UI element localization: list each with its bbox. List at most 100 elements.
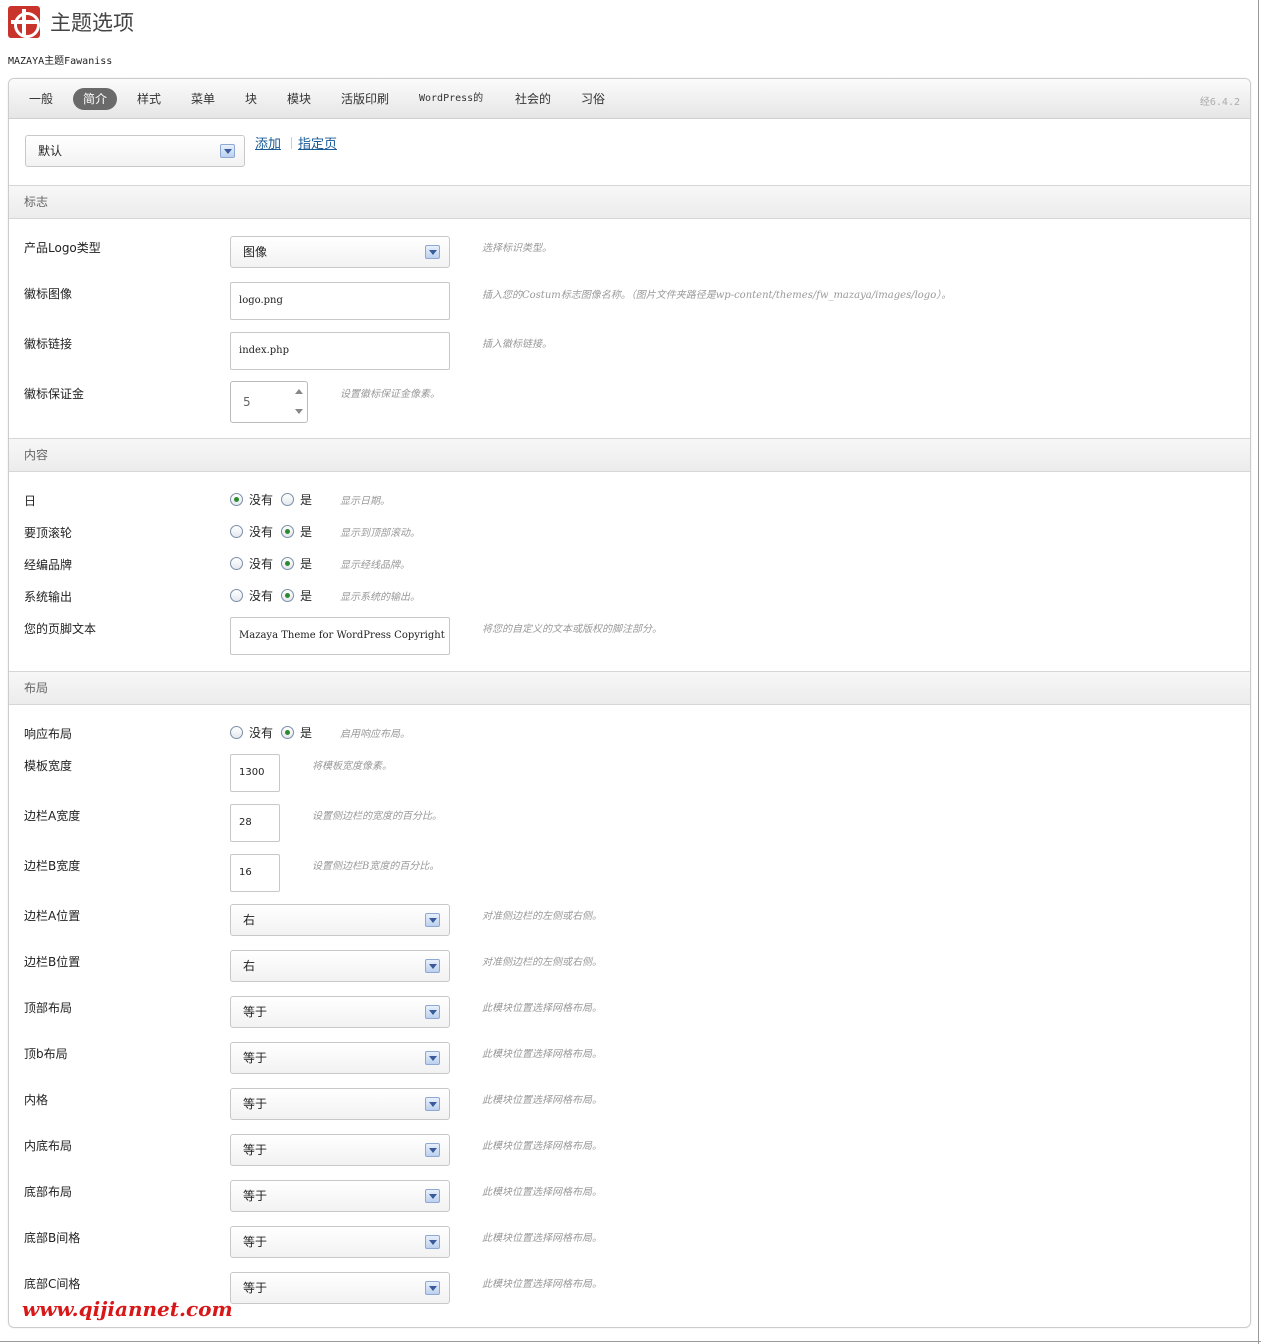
system-output-no-radio[interactable] — [230, 589, 243, 602]
radio-yes-label: 是 — [300, 525, 313, 539]
tab-wordpress[interactable]: WordPress的 — [409, 88, 493, 110]
template-width-hint: 将模板宽度像素。 — [312, 761, 392, 772]
assign-page-link[interactable]: 指定页 — [298, 133, 337, 152]
brand-yes-radio[interactable] — [281, 557, 295, 570]
grid-inner-label: 内格 — [24, 1093, 49, 1107]
sidebar-a-width-label: 边栏A宽度 — [24, 809, 81, 823]
scroll-top-no-radio[interactable] — [230, 525, 243, 538]
system-output-radio-group: 没有 是 — [230, 587, 320, 604]
grid-top-select[interactable]: 等于 — [230, 996, 450, 1028]
chevron-down-icon — [425, 1281, 440, 1295]
tab-custom[interactable]: 习俗 — [571, 88, 615, 110]
radio-yes-label: 是 — [300, 493, 313, 507]
tab-blocks[interactable]: 块 — [235, 88, 267, 110]
system-output-label: 系统输出 — [24, 590, 73, 604]
page-right-border — [1258, 0, 1259, 1344]
logo-margin-value: 5 — [243, 395, 251, 409]
site-watermark: www.qijiannet.com — [22, 1297, 233, 1321]
grid-bottom-b-hint: 此模块位置选择网格布局。 — [482, 1233, 602, 1244]
brand-hint: 显示经线品牌。 — [340, 560, 410, 571]
chevron-down-icon — [425, 1051, 440, 1065]
brand-no-radio[interactable] — [230, 557, 243, 570]
section-logo-header: 标志 — [9, 185, 1250, 219]
sidebar-a-pos-label: 边栏A位置 — [24, 909, 81, 923]
grid-top-b-value: 等于 — [243, 1051, 268, 1065]
tab-modules[interactable]: 模块 — [277, 88, 321, 110]
radio-yes-label: 是 — [300, 589, 313, 603]
page-header: 主题选项 — [8, 6, 134, 38]
date-yes-radio[interactable] — [281, 493, 295, 506]
tab-social[interactable]: 社会的 — [505, 88, 561, 110]
logo-margin-stepper[interactable]: 5 — [230, 381, 308, 423]
responsive-hint: 启用响应布局。 — [340, 729, 410, 740]
tab-typography[interactable]: 活版印刷 — [331, 88, 399, 110]
grid-top-hint: 此模块位置选择网格布局。 — [482, 1003, 602, 1014]
logo-image-input[interactable]: logo.png — [230, 282, 450, 320]
section-content-header: 内容 — [9, 438, 1250, 472]
scroll-top-radio-group: 没有 是 — [230, 523, 320, 540]
tab-menu[interactable]: 菜单 — [181, 88, 225, 110]
template-width-input[interactable]: 1300 — [230, 754, 280, 792]
date-radio-group: 没有 是 — [230, 491, 320, 508]
page-title: 主题选项 — [50, 11, 134, 35]
sidebar-b-width-input[interactable]: 16 — [230, 854, 280, 892]
tab-general[interactable]: 一般 — [19, 88, 63, 110]
chevron-down-icon — [425, 913, 440, 927]
system-output-yes-radio[interactable] — [281, 589, 295, 602]
footer-text-input[interactable]: Mazaya Theme for WordPress Copyright — [230, 617, 450, 655]
grid-inner-bottom-select[interactable]: 等于 — [230, 1134, 450, 1166]
options-panel: 一般 简介 样式 菜单 块 模块 活版印刷 WordPress的 社会的 习俗 … — [8, 78, 1251, 1328]
sidebar-b-pos-value: 右 — [243, 959, 256, 973]
grid-bottom-hint: 此模块位置选择网格布局。 — [482, 1187, 602, 1198]
grid-bottom-select[interactable]: 等于 — [230, 1180, 450, 1212]
sidebar-a-width-input[interactable]: 28 — [230, 804, 280, 842]
sidebar-b-pos-select[interactable]: 右 — [230, 950, 450, 982]
grid-inner-hint: 此模块位置选择网格布局。 — [482, 1095, 602, 1106]
chevron-down-icon — [425, 1005, 440, 1019]
logo-link-input[interactable]: index.php — [230, 332, 450, 370]
grid-bottom-label: 底部布局 — [24, 1185, 73, 1199]
date-no-radio[interactable] — [230, 493, 243, 506]
grid-bottom-c-select[interactable]: 等于 — [230, 1272, 450, 1304]
radio-no-label: 没有 — [249, 557, 274, 571]
grid-top-b-select[interactable]: 等于 — [230, 1042, 450, 1074]
chevron-down-icon — [425, 959, 440, 973]
footer-text-hint: 将您的自定义的文本或版权的脚注部分。 — [482, 624, 662, 635]
logo-margin-label: 徽标保证金 — [24, 387, 85, 401]
grid-bottom-c-label: 底部C间格 — [24, 1277, 81, 1291]
radio-yes-label: 是 — [300, 726, 313, 740]
tab-style[interactable]: 样式 — [127, 88, 171, 110]
sidebar-b-width-label: 边栏B宽度 — [24, 859, 81, 873]
responsive-no-radio[interactable] — [230, 726, 243, 739]
chevron-down-icon — [425, 1189, 440, 1203]
logo-link-hint: 插入徽标链接。 — [482, 339, 552, 350]
grid-top-value: 等于 — [243, 1005, 268, 1019]
footer-text-label: 您的页脚文本 — [24, 622, 97, 636]
logo-type-select[interactable]: 图像 — [230, 236, 450, 268]
grid-bottom-b-select[interactable]: 等于 — [230, 1226, 450, 1258]
grid-top-b-label: 顶b布局 — [24, 1047, 68, 1061]
chevron-down-icon — [425, 1097, 440, 1111]
brand-radio-group: 没有 是 — [230, 555, 320, 572]
logo-margin-hint: 设置徽标保证金像素。 — [340, 389, 440, 400]
responsive-yes-radio[interactable] — [281, 726, 295, 739]
sidebar-a-pos-select[interactable]: 右 — [230, 904, 450, 936]
responsive-radio-group: 没有 是 — [230, 724, 320, 741]
scroll-top-yes-radio[interactable] — [281, 525, 295, 538]
brand-label: 经编品牌 — [24, 558, 73, 572]
sidebar-a-pos-hint: 对准侧边栏的左侧或右侧。 — [482, 911, 602, 922]
grid-top-label: 顶部布局 — [24, 1001, 73, 1015]
tab-profile[interactable]: 简介 — [73, 88, 118, 110]
add-profile-link[interactable]: 添加 — [255, 133, 281, 152]
scroll-top-label: 要顶滚轮 — [24, 526, 73, 540]
grid-bottom-b-value: 等于 — [243, 1235, 268, 1249]
grid-inner-select[interactable]: 等于 — [230, 1088, 450, 1120]
radio-no-label: 没有 — [249, 726, 274, 740]
system-output-hint: 显示系统的输出。 — [340, 592, 420, 603]
stepper-down-icon[interactable] — [293, 402, 305, 420]
radio-yes-label: 是 — [300, 557, 313, 571]
stepper-up-icon[interactable] — [293, 384, 305, 402]
profile-select[interactable]: 默认 — [25, 135, 245, 167]
logo-type-value: 图像 — [243, 245, 268, 259]
logo-image-label: 徽标图像 — [24, 287, 73, 301]
